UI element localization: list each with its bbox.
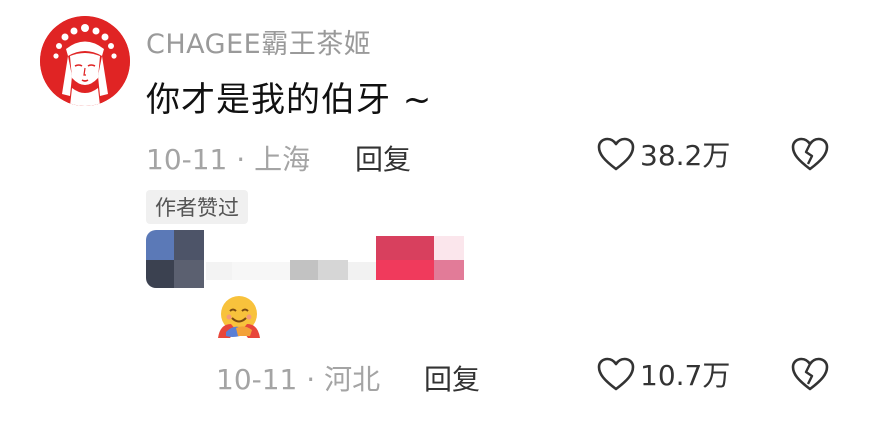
reply-date: 10-11 <box>216 363 298 396</box>
heart-outline-icon <box>597 137 635 171</box>
hugging-face-emoji-icon <box>216 294 262 340</box>
like-count: 38.2万 <box>640 139 731 172</box>
reply-location: 河北 <box>324 363 381 396</box>
meta-separator: · <box>306 363 316 396</box>
reply-like-count: 10.7万 <box>640 359 731 392</box>
reply-to-reply-button[interactable]: 回复 <box>424 358 480 398</box>
broken-heart-icon <box>791 137 829 171</box>
author-liked-badge: 作者赞过 <box>146 190 248 224</box>
meta-separator: · <box>236 143 246 176</box>
broken-heart-icon <box>791 357 829 391</box>
reply-button[interactable]: 回复 <box>355 138 411 178</box>
comment-location: 上海 <box>254 143 311 176</box>
avatar[interactable] <box>40 16 130 106</box>
comment-date: 10-11 <box>146 143 228 176</box>
like-button[interactable]: 38.2万 <box>596 134 730 174</box>
dislike-button[interactable] <box>790 136 830 172</box>
opera-face-logo-icon <box>40 16 130 106</box>
comment-meta: 10-11 · 上海 <box>146 138 310 178</box>
heart-outline-icon <box>597 357 635 391</box>
reply-meta: 10-11 · 河北 <box>216 358 380 398</box>
reply-dislike-button[interactable] <box>790 356 830 392</box>
comment-author[interactable]: CHAGEE霸王茶姬 <box>146 22 371 61</box>
comment-text: 你才是我的伯牙 ~ <box>146 80 433 120</box>
reply-like-button[interactable]: 10.7万 <box>596 354 730 394</box>
